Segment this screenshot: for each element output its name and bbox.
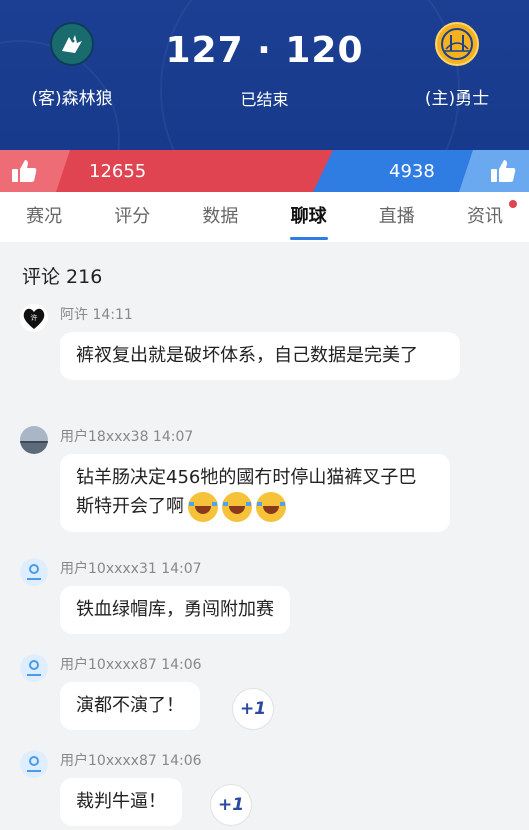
avatar[interactable] <box>20 654 48 682</box>
comment-item: 用户10xxxx87 14:06 演都不演了！ +1 <box>20 654 520 738</box>
comment-meta: 用户10xxxx87 14:06 <box>60 753 202 769</box>
wolves-logo-icon <box>50 22 94 66</box>
comment-bubble[interactable]: 裁判牛逼！ <box>60 778 182 826</box>
avatar[interactable] <box>20 558 48 586</box>
tab-stats[interactable]: 数据 <box>176 192 264 242</box>
tab-bar: 赛况 评分 数据 聊球 直播 资讯 <box>0 192 529 242</box>
notification-dot <box>509 200 518 208</box>
laughing-emoji-icon <box>256 492 286 522</box>
avatar[interactable]: 许 <box>20 304 48 332</box>
tab-news[interactable]: 资讯 <box>441 192 529 242</box>
comment-item: 用户18xxx38 14:07 钻羊肠决定456牠的國冇时停山猫裤叉子巴斯特开会… <box>20 426 520 546</box>
away-vote-count: 12655 <box>89 161 147 182</box>
tab-chat[interactable]: 聊球 <box>265 192 353 242</box>
comment-meta: 阿许 14:11 <box>60 307 133 323</box>
comment-bubble[interactable]: 铁血绿帽库，勇闯附加赛 <box>60 586 290 634</box>
tab-rating[interactable]: 评分 <box>88 192 176 242</box>
tab-game[interactable]: 赛况 <box>0 192 88 242</box>
comments-count-title: 评论 216 <box>22 266 103 288</box>
tab-live[interactable]: 直播 <box>353 192 441 242</box>
support-vote-bar: 12655 4938 <box>0 150 529 192</box>
avatar[interactable] <box>20 426 48 454</box>
home-like-button[interactable] <box>459 150 529 192</box>
game-score: 127 · 120 <box>165 30 364 71</box>
tab-news-label: 资讯 <box>466 206 503 227</box>
comment-bubble[interactable]: 演都不演了！ <box>60 682 200 730</box>
game-header: (客)森林狼 127 · 120 已结束 (主)勇士 <box>0 0 529 150</box>
game-status: 已结束 <box>240 90 289 109</box>
away-team-name: (客)森林狼 <box>31 89 113 109</box>
plus-one-button[interactable]: +1 <box>210 784 252 826</box>
home-vote-count: 4938 <box>389 161 435 182</box>
comment-bubble[interactable]: 钻羊肠决定456牠的國冇时停山猫裤叉子巴斯特开会了啊 <box>60 454 450 532</box>
comment-item: 用户10xxxx87 14:06 裁判牛逼！ +1 <box>20 750 520 830</box>
comment-meta: 用户10xxxx31 14:07 <box>60 561 202 577</box>
laughing-emoji-icon <box>222 492 252 522</box>
home-team-name: (主)勇士 <box>424 89 490 109</box>
away-team[interactable]: (客)森林狼 <box>2 22 142 109</box>
plus-one-button[interactable]: +1 <box>232 688 274 730</box>
comment-meta: 用户18xxx38 14:07 <box>60 429 194 445</box>
comment-bubble[interactable]: 裤衩复出就是破坏体系，自己数据是完美了 <box>60 332 460 380</box>
comment-item: 许 阿许 14:11 裤衩复出就是破坏体系，自己数据是完美了 <box>20 304 520 414</box>
avatar[interactable] <box>20 750 48 778</box>
thumbs-up-icon <box>12 160 37 182</box>
svg-text:许: 许 <box>31 313 38 322</box>
thumbs-up-icon <box>491 160 516 182</box>
comment-item: 用户10xxxx31 14:07 铁血绿帽库，勇闯附加赛 <box>20 558 520 638</box>
laughing-emoji-icon <box>188 492 218 522</box>
comment-meta: 用户10xxxx87 14:06 <box>60 657 202 673</box>
home-team[interactable]: (主)勇士 <box>387 22 527 109</box>
warriors-logo-icon <box>435 22 479 66</box>
